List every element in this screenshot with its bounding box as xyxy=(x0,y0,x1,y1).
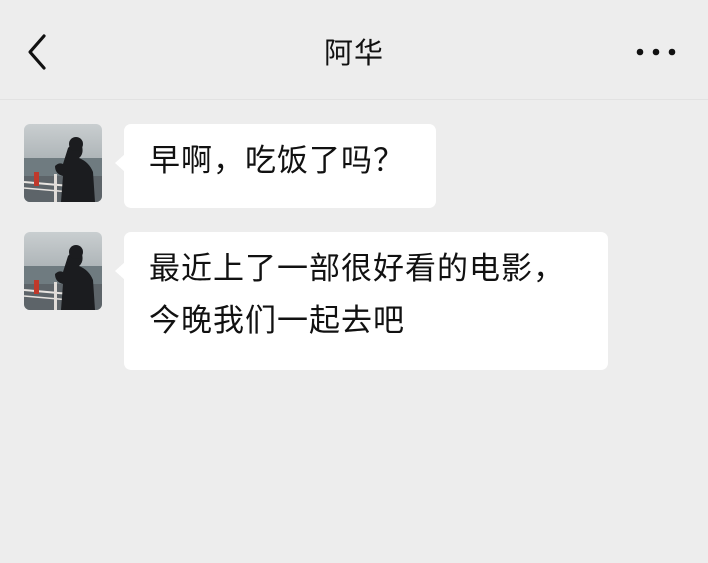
message-bubble[interactable]: 早啊，吃饭了吗？ xyxy=(115,124,436,208)
message-text: 早啊，吃饭了吗？ xyxy=(149,143,405,179)
more-options-button[interactable] xyxy=(634,40,678,64)
avatar[interactable] xyxy=(24,124,102,202)
avatar-icon xyxy=(24,232,102,310)
chat-header: 阿华 xyxy=(0,0,708,100)
message-text-line: 最近上了一部很好看的电影， xyxy=(149,251,565,287)
avatar[interactable] xyxy=(24,232,102,310)
avatar-icon xyxy=(24,124,102,202)
message-bubble[interactable]: 最近上了一部很好看的电影， 今晚我们一起去吧 xyxy=(115,232,608,370)
message-text-line: 今晚我们一起去吧 xyxy=(149,303,405,339)
more-dots-icon xyxy=(636,48,676,56)
chat-title: 阿华 xyxy=(323,36,384,70)
